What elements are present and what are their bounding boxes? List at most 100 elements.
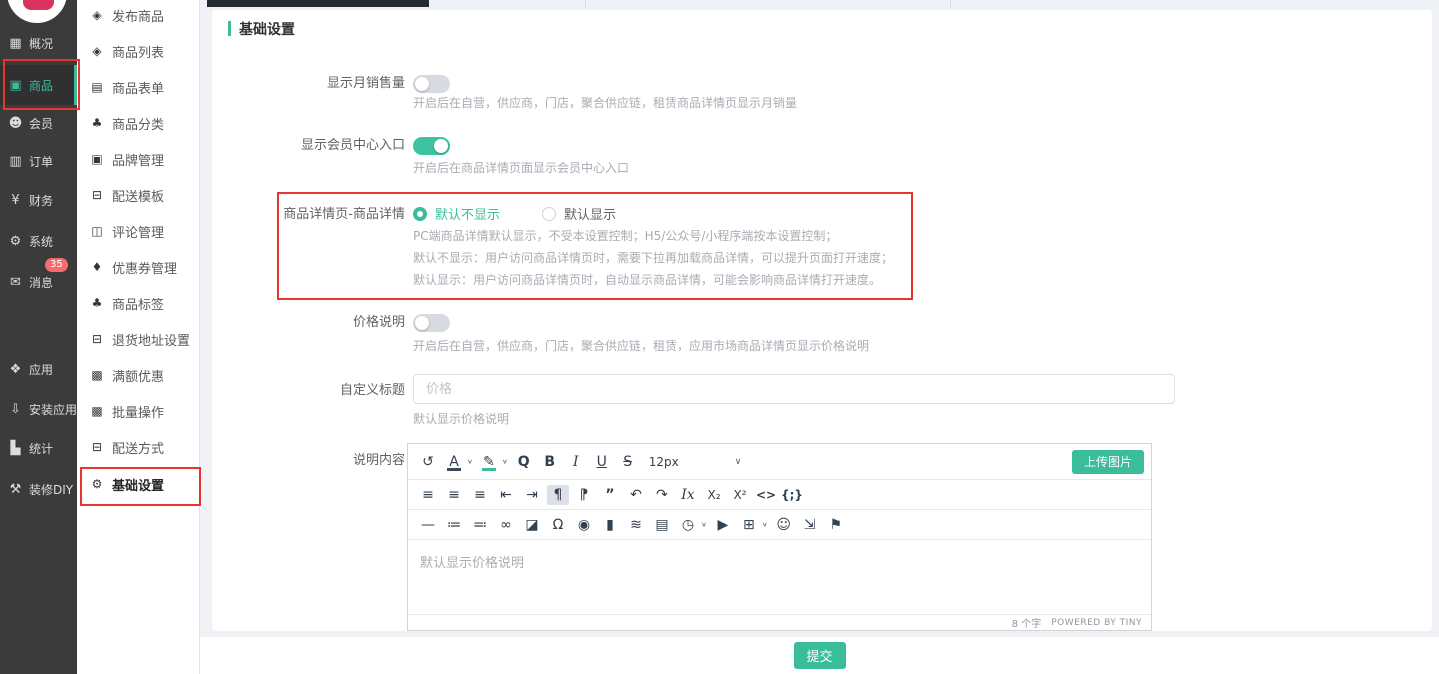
submenu-item-label: 商品列表	[112, 42, 164, 61]
rtl-paragraph-icon[interactable]: ¶	[573, 485, 595, 505]
full-discount-icon: ▩	[90, 368, 104, 382]
apps-icon: ❖	[8, 362, 23, 377]
code-sample-icon[interactable]: {;}	[781, 485, 803, 505]
submenu-item-label: 配送方式	[112, 438, 164, 457]
price-desc-toggle[interactable]	[413, 314, 450, 332]
delivery-truck-icon: ⊟	[90, 188, 104, 202]
goods-detail-radio-group: 默认不显示 默认显示	[413, 204, 616, 223]
submenu-item-goods-tags[interactable]: ♣ 商品标签	[77, 285, 199, 321]
decorate-hammer-icon: ⚒	[8, 482, 23, 497]
radio-default-show-label[interactable]: 默认显示	[564, 204, 616, 223]
outdent-icon[interactable]: ⇤	[495, 485, 517, 505]
table-icon[interactable]: ⊞	[738, 515, 760, 535]
submenu-item-brand-management[interactable]: ▣ 品牌管理	[77, 141, 199, 177]
radio-default-hide[interactable]	[413, 207, 427, 221]
toggle-knob	[434, 139, 448, 153]
indent-icon[interactable]: ⇥	[521, 485, 543, 505]
horizontal-rule-icon[interactable]: —	[417, 515, 439, 535]
chevron-down-icon[interactable]: ∨	[735, 457, 742, 467]
highlight-color-icon[interactable]: ✎	[478, 452, 500, 472]
sidebar-item-decorate-diy[interactable]: ⚒ 装修DIY	[0, 469, 77, 509]
bold-icon[interactable]: B	[539, 452, 561, 472]
monthly-sales-help: 开启后在自营，供应商，门店，聚合供应链，租赁商品详情页显示月销量	[413, 95, 797, 111]
chevron-down-icon[interactable]: ∨	[701, 521, 707, 528]
sidebar-item-members[interactable]: ☻ 会员	[0, 103, 77, 143]
submenu-item-goods-form[interactable]: ▤ 商品表单	[77, 69, 199, 105]
sidebar-item-overview[interactable]: ▦ 概况	[0, 23, 77, 63]
sidebar-item-apps[interactable]: ❖ 应用	[0, 349, 77, 389]
print-icon[interactable]: ▤	[651, 515, 673, 535]
submenu-item-coupon-management[interactable]: ♦ 优惠券管理	[77, 249, 199, 285]
editor-body[interactable]: 默认显示价格说明	[408, 540, 1151, 615]
undo-history-icon[interactable]: ↺	[417, 452, 439, 472]
sidebar-item-install-apps[interactable]: ⇩ 安装应用	[0, 389, 77, 429]
goods-tags-icon: ♣	[90, 296, 104, 310]
special-char-icon[interactable]: Ω	[547, 515, 569, 535]
image-icon[interactable]: ◪	[521, 515, 543, 535]
custom-title-input[interactable]	[413, 374, 1175, 404]
submenu-item-batch-operation[interactable]: ▩ 批量操作	[77, 393, 199, 429]
bullet-list-icon[interactable]: ≔	[443, 515, 465, 535]
submenu-item-delivery-method[interactable]: ⊟ 配送方式	[77, 429, 199, 465]
price-desc-label: 价格说明	[205, 314, 405, 332]
submenu-item-delivery-template[interactable]: ⊟ 配送模板	[77, 177, 199, 213]
sidebar-item-label: 概况	[29, 35, 53, 52]
submenu-item-return-address[interactable]: ⊟ 退货地址设置	[77, 321, 199, 357]
upload-image-button[interactable]: 上传图片	[1072, 450, 1144, 474]
batch-operation-icon: ▩	[90, 404, 104, 418]
submenu-item-goods-list[interactable]: ◈ 商品列表	[77, 33, 199, 69]
blockquote-icon[interactable]: ”	[599, 485, 621, 505]
flag-icon[interactable]: ⚑	[825, 515, 847, 535]
font-size-select[interactable]: 12px	[649, 455, 679, 469]
chevron-down-icon[interactable]: ∨	[762, 521, 768, 528]
strikethrough-icon[interactable]: S	[617, 452, 639, 472]
sidebar-item-system[interactable]: ⚙ 系统	[0, 221, 77, 261]
goods-form-icon: ▤	[90, 80, 104, 94]
submenu-item-basic-settings[interactable]: ⚙ 基础设置	[77, 466, 199, 502]
page-break-icon[interactable]: ≋	[625, 515, 647, 535]
subscript-icon[interactable]: X₂	[703, 485, 725, 505]
ltr-paragraph-icon[interactable]: ¶	[547, 485, 569, 505]
submenu-item-label: 品牌管理	[112, 150, 164, 169]
clear-format-icon[interactable]: Ix	[677, 485, 699, 505]
emoticon-icon[interactable]: ☺	[773, 515, 795, 535]
submenu-item-comment-management[interactable]: ◫ 评论管理	[77, 213, 199, 249]
chevron-down-icon[interactable]: ∨	[502, 458, 508, 465]
member-center-toggle[interactable]	[413, 137, 450, 155]
submenu-item-publish-goods[interactable]: ◈ 发布商品	[77, 0, 199, 33]
italic-icon[interactable]: I	[565, 452, 587, 472]
sidebar-item-finance[interactable]: ¥ 财务	[0, 180, 77, 220]
anchor-bookmark-icon[interactable]: ▮	[599, 515, 621, 535]
custom-title-label: 自定义标题	[205, 382, 405, 400]
redo-icon[interactable]: ↷	[651, 485, 673, 505]
monthly-sales-toggle[interactable]	[413, 75, 450, 93]
submit-button[interactable]: 提交	[794, 642, 846, 669]
top-tab-segment	[207, 0, 429, 7]
align-right-icon[interactable]: ≡	[469, 485, 491, 505]
underline-icon[interactable]: U	[591, 452, 613, 472]
submenu-item-goods-category[interactable]: ♣ 商品分类	[77, 105, 199, 141]
media-play-icon[interactable]: ▶	[712, 515, 734, 535]
sidebar-item-statistics[interactable]: ▙ 统计	[0, 428, 77, 468]
preview-eye-icon[interactable]: ◉	[573, 515, 595, 535]
align-center-icon[interactable]: ≡	[443, 485, 465, 505]
overview-icon: ▦	[8, 36, 23, 51]
undo-icon[interactable]: ↶	[625, 485, 647, 505]
search-icon[interactable]: Q	[513, 452, 535, 472]
numbered-list-icon[interactable]: ≕	[469, 515, 491, 535]
link-icon[interactable]: ∞	[495, 515, 517, 535]
fullscreen-icon[interactable]: ⇲	[799, 515, 821, 535]
text-color-icon[interactable]: A	[443, 452, 465, 472]
radio-default-hide-label[interactable]: 默认不显示	[435, 204, 500, 223]
chevron-down-icon[interactable]: ∨	[467, 458, 473, 465]
goods-submenu: ◈ 发布商品 ◈ 商品列表 ▤ 商品表单 ♣ 商品分类 ▣ 品牌管理 ⊟ 配送模…	[77, 0, 200, 674]
code-icon[interactable]: <>	[755, 485, 777, 505]
align-left-icon[interactable]: ≡	[417, 485, 439, 505]
datetime-clock-icon[interactable]: ◷	[677, 515, 699, 535]
sidebar-item-goods[interactable]: ▣ 商品	[0, 65, 77, 105]
submenu-item-full-discount[interactable]: ▩ 满额优惠	[77, 357, 199, 393]
superscript-icon[interactable]: X²	[729, 485, 751, 505]
sidebar-item-orders[interactable]: ▥ 订单	[0, 141, 77, 181]
radio-default-show[interactable]	[542, 207, 556, 221]
sidebar-item-label: 装修DIY	[29, 481, 73, 498]
